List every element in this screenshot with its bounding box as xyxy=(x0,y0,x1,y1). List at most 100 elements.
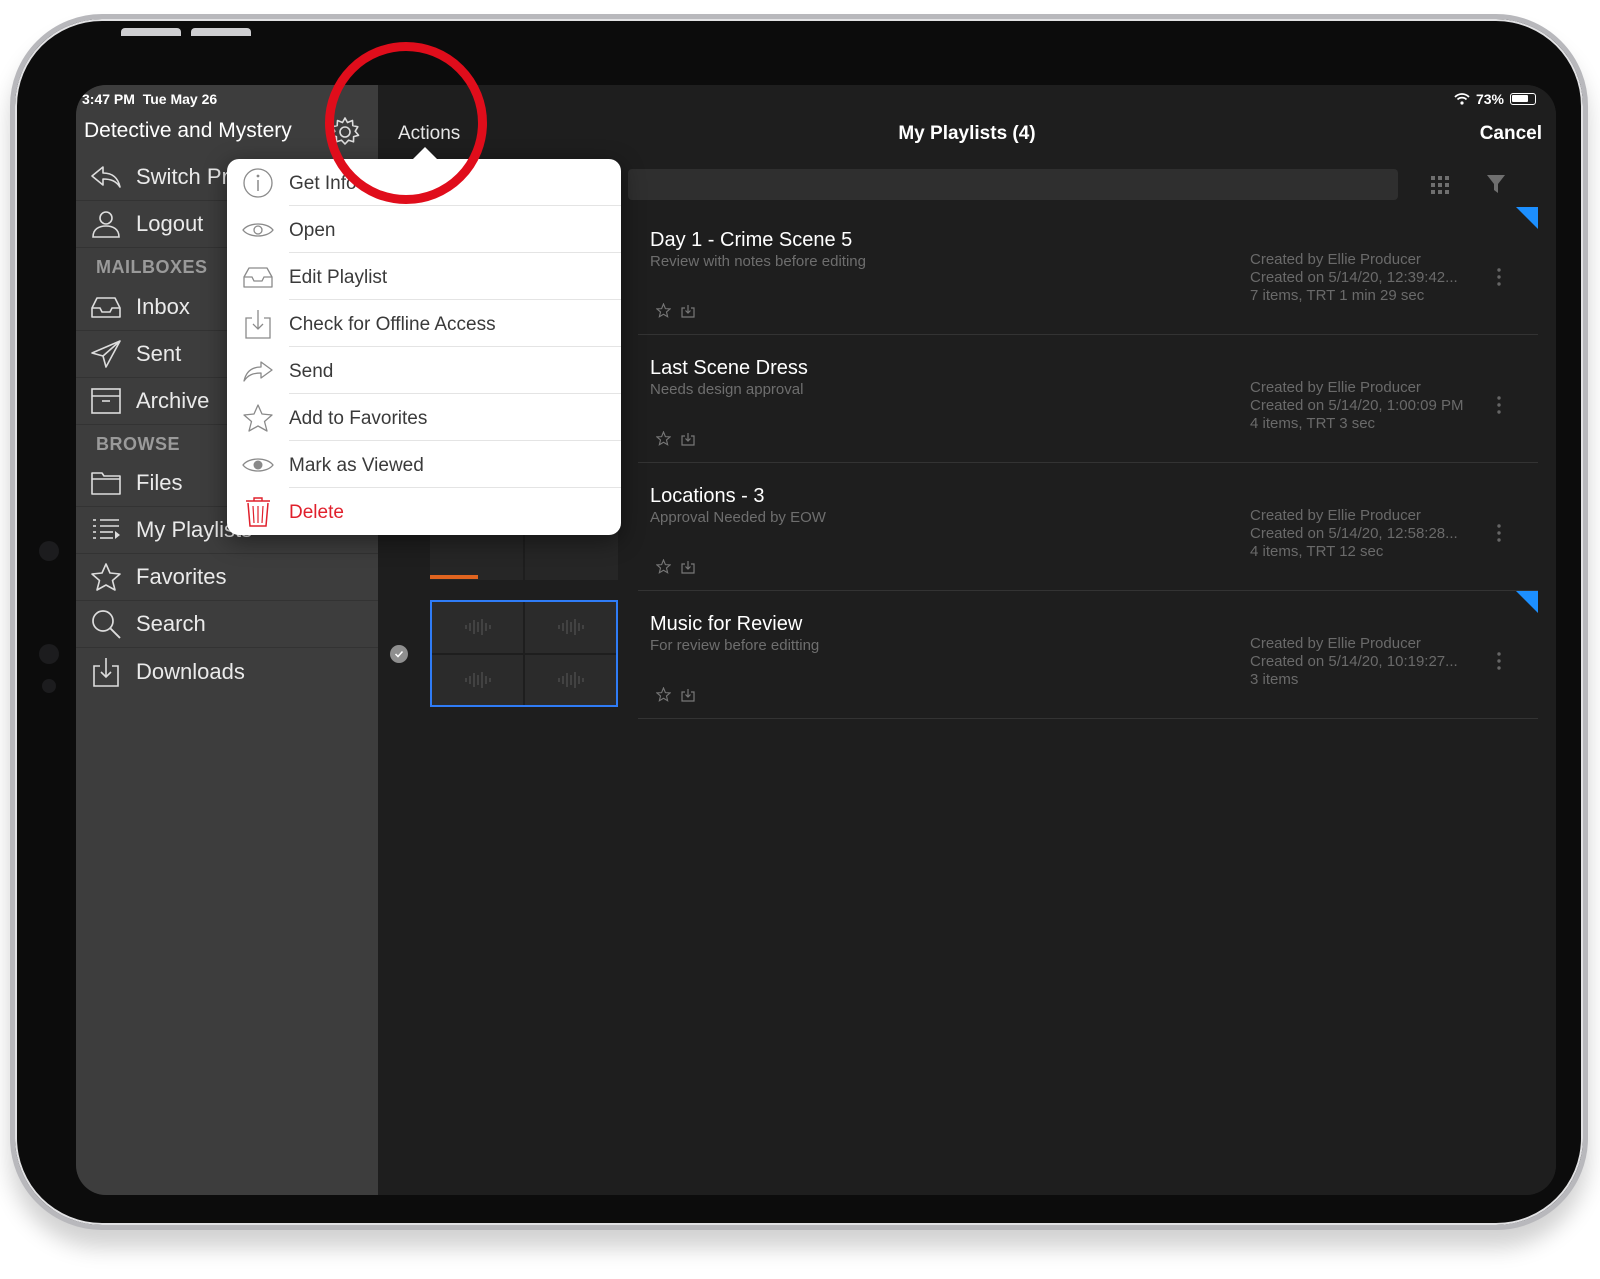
sidebar-item-label: Switch Pro xyxy=(136,164,242,189)
sidebar-item-label: Search xyxy=(136,611,206,636)
filter-icon[interactable] xyxy=(1486,173,1506,195)
download-icon xyxy=(76,656,136,688)
created-by: Created by Ellie Producer xyxy=(1250,251,1421,268)
created-by: Created by Ellie Producer xyxy=(1250,635,1421,652)
menu-item-delete[interactable]: Delete xyxy=(227,488,621,535)
grid-view-icon[interactable] xyxy=(1430,175,1450,195)
sidebar-item-downloads[interactable]: Downloads xyxy=(76,648,378,695)
download-box-icon[interactable] xyxy=(681,432,695,446)
menu-item-label: Delete xyxy=(289,501,344,523)
progress-bar xyxy=(430,575,478,579)
inbox-tray-icon xyxy=(76,295,136,319)
sidebar-item-label: Archive xyxy=(136,388,210,413)
more-vertical-icon[interactable] xyxy=(1496,651,1502,671)
star-outline-icon xyxy=(227,403,289,433)
selected-checkmark-icon[interactable] xyxy=(390,645,408,663)
playlist-row[interactable]: Last Scene Dress Needs design approval C… xyxy=(638,335,1538,463)
playlist-title: Last Scene Dress xyxy=(650,357,808,379)
playlist-row[interactable]: Day 1 - Crime Scene 5 Review with notes … xyxy=(638,207,1538,335)
new-indicator xyxy=(1516,207,1538,229)
playlist-meta: Created by Ellie Producer Created on 5/1… xyxy=(1250,507,1458,561)
eye-solid-icon xyxy=(227,455,289,475)
menu-item-label: Mark as Viewed xyxy=(289,454,424,476)
camera-sensor xyxy=(39,644,59,664)
menu-item-send[interactable]: Send xyxy=(227,347,621,394)
star-outline-icon[interactable] xyxy=(656,303,671,318)
project-title: Detective and Mystery xyxy=(84,119,292,142)
sidebar-item-label: Logout xyxy=(136,211,204,236)
created-on: Created on 5/14/20, 10:19:27... xyxy=(1250,653,1458,670)
playlist-meta: Created by Ellie Producer Created on 5/1… xyxy=(1250,251,1458,305)
menu-item-open[interactable]: Open xyxy=(227,206,621,253)
more-vertical-icon[interactable] xyxy=(1496,523,1502,543)
battery-percent: 73% xyxy=(1475,91,1504,107)
playlist-description: Approval Needed by EOW xyxy=(650,509,826,526)
menu-item-mark-viewed[interactable]: Mark as Viewed xyxy=(227,441,621,488)
reply-arrow-icon xyxy=(76,163,136,191)
playlist-thumbnail[interactable] xyxy=(430,530,618,580)
playlist-thumbnail[interactable] xyxy=(430,600,618,707)
item-count: 4 items, TRT 12 sec xyxy=(1250,543,1384,560)
created-on: Created on 5/14/20, 12:39:42... xyxy=(1250,269,1458,286)
archive-box-icon xyxy=(76,387,136,415)
sidebar-item-favorites[interactable]: Favorites xyxy=(76,554,378,601)
status-indicators: 73% xyxy=(1454,91,1536,107)
cancel-button[interactable]: Cancel xyxy=(1480,123,1542,145)
created-on: Created on 5/14/20, 12:58:28... xyxy=(1250,525,1458,542)
menu-item-label: Add to Favorites xyxy=(289,407,428,429)
menu-item-label: Edit Playlist xyxy=(289,266,388,288)
star-outline-icon[interactable] xyxy=(656,431,671,446)
download-box-icon[interactable] xyxy=(681,688,695,702)
waveform-icon xyxy=(525,602,616,653)
row-icons xyxy=(656,559,695,574)
mailboxes-heading: MAILBOXES xyxy=(96,257,208,277)
star-icon xyxy=(76,562,136,592)
star-outline-icon[interactable] xyxy=(656,687,671,702)
playlist-description: For review before editting xyxy=(650,637,820,654)
star-outline-icon[interactable] xyxy=(656,559,671,574)
sidebar-item-search[interactable]: Search xyxy=(76,601,378,648)
download-box-icon[interactable] xyxy=(681,304,695,318)
volume-button xyxy=(191,28,251,36)
sidebar-item-label: Downloads xyxy=(136,658,245,684)
waveform-icon xyxy=(432,602,523,653)
date: Tue May 26 xyxy=(142,91,218,107)
playlist-title: Music for Review xyxy=(650,613,803,635)
sidebar-item-label: Inbox xyxy=(136,294,190,319)
status-bar: 3:47 PM Tue May 26 73% xyxy=(76,85,1556,111)
sidebar-item-label: Sent xyxy=(136,341,182,366)
download-box-icon xyxy=(227,308,289,340)
row-icons xyxy=(656,431,695,446)
playlist-row[interactable]: Music for Review For review before editt… xyxy=(638,591,1538,719)
playlist-meta: Created by Ellie Producer Created on 5/1… xyxy=(1250,379,1463,433)
menu-item-edit-playlist[interactable]: Edit Playlist xyxy=(227,253,621,300)
screen: Detective and Mystery Switch Pro Logout … xyxy=(76,85,1556,1195)
download-box-icon[interactable] xyxy=(681,560,695,574)
trash-icon xyxy=(227,496,289,528)
menu-item-check-offline[interactable]: Check for Offline Access xyxy=(227,300,621,347)
sidebar-item-label: Files xyxy=(136,470,183,495)
playlist-icon xyxy=(76,517,136,543)
person-icon xyxy=(76,209,136,239)
playlist-meta: Created by Ellie Producer Created on 5/1… xyxy=(1250,635,1458,689)
row-icons xyxy=(656,303,695,318)
thumbnail-tile xyxy=(430,530,523,580)
menu-item-add-favorites[interactable]: Add to Favorites xyxy=(227,394,621,441)
ipad-frame: Detective and Mystery Switch Pro Logout … xyxy=(10,14,1588,1230)
playlist-title: Locations - 3 xyxy=(650,485,765,507)
playlist-description: Review with notes before editing xyxy=(650,253,866,270)
waveform-icon xyxy=(432,654,523,705)
created-on: Created on 5/14/20, 1:00:09 PM xyxy=(1250,397,1464,414)
playlist-title: Day 1 - Crime Scene 5 xyxy=(650,229,853,251)
clock: 3:47 PM xyxy=(82,91,135,107)
eye-icon xyxy=(227,220,289,240)
playlist-row[interactable]: Locations - 3 Approval Needed by EOW Cre… xyxy=(638,463,1538,591)
more-vertical-icon[interactable] xyxy=(1496,395,1502,415)
search-input[interactable] xyxy=(628,169,1398,200)
new-indicator xyxy=(1516,591,1538,613)
more-vertical-icon[interactable] xyxy=(1496,267,1502,287)
volume-button xyxy=(121,28,181,36)
created-by: Created by Ellie Producer xyxy=(1250,507,1421,524)
camera-sensor xyxy=(42,679,56,693)
status-time: 3:47 PM Tue May 26 xyxy=(82,91,217,107)
